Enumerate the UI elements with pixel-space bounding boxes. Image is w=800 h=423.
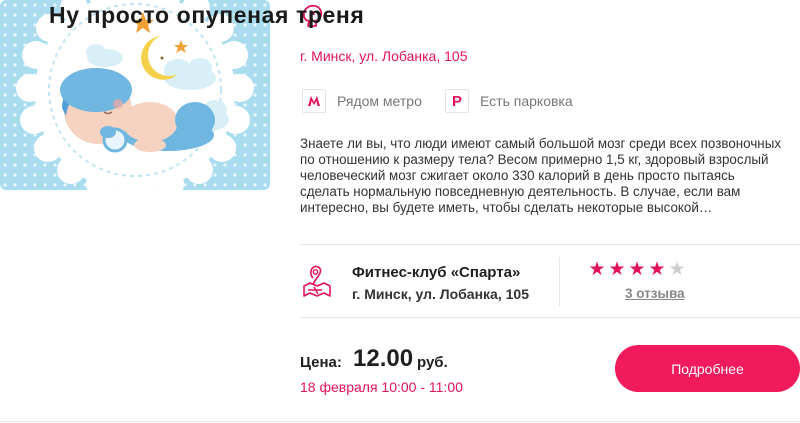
- star-filled-icon: ★: [628, 259, 646, 280]
- metro-icon: [302, 89, 326, 113]
- club-address: г. Минск, ул. Лобанка, 105: [352, 286, 529, 302]
- price-label: Цена:: [300, 354, 342, 371]
- feature-metro: Рядом метро: [302, 89, 422, 113]
- star-filled-icon: ★: [608, 259, 626, 280]
- feature-parking: P Есть парковка: [445, 89, 573, 113]
- rating-stars: ★ ★ ★ ★ ★: [587, 260, 687, 280]
- feature-metro-label: Рядом метро: [337, 93, 422, 109]
- parking-icon: P: [445, 89, 469, 113]
- event-address: г. Минск, ул. Лобанка, 105: [300, 48, 468, 64]
- feature-parking-label: Есть парковка: [480, 93, 573, 109]
- description-line: по отношению к размеру тела? Весом приме…: [300, 152, 769, 167]
- star-empty-icon: ★: [668, 259, 686, 280]
- divider: [300, 317, 800, 318]
- description-line: интересно, вы будете иметь, чтобы сделат…: [300, 200, 713, 215]
- description-line: человеческий мозг сжигает около 330 кало…: [300, 168, 735, 183]
- event-datetime: 18 февраля 10:00 - 11:00: [300, 379, 463, 395]
- divider: [300, 244, 800, 245]
- price-currency: руб.: [417, 354, 448, 371]
- reviews-link[interactable]: 3 отзыва: [625, 286, 685, 301]
- star-filled-icon: ★: [588, 259, 606, 280]
- event-title[interactable]: Ну просто опупеная треня: [49, 2, 364, 29]
- club-name[interactable]: Фитнес-клуб «Спарта»: [352, 264, 520, 281]
- price-value: 12.00: [353, 345, 414, 372]
- description-line: сделать нормальную повседневную деятельн…: [300, 184, 741, 199]
- map-pin-icon: [302, 264, 332, 298]
- bottom-divider: [0, 421, 800, 422]
- event-description: Знаете ли вы, что люди имеют самый больш…: [300, 136, 800, 216]
- description-line: Знаете ли вы, что люди имеют самый больш…: [300, 136, 782, 151]
- details-button[interactable]: Подробнее: [615, 345, 800, 392]
- star-filled-icon: ★: [648, 259, 666, 280]
- divider-vertical: [559, 257, 560, 306]
